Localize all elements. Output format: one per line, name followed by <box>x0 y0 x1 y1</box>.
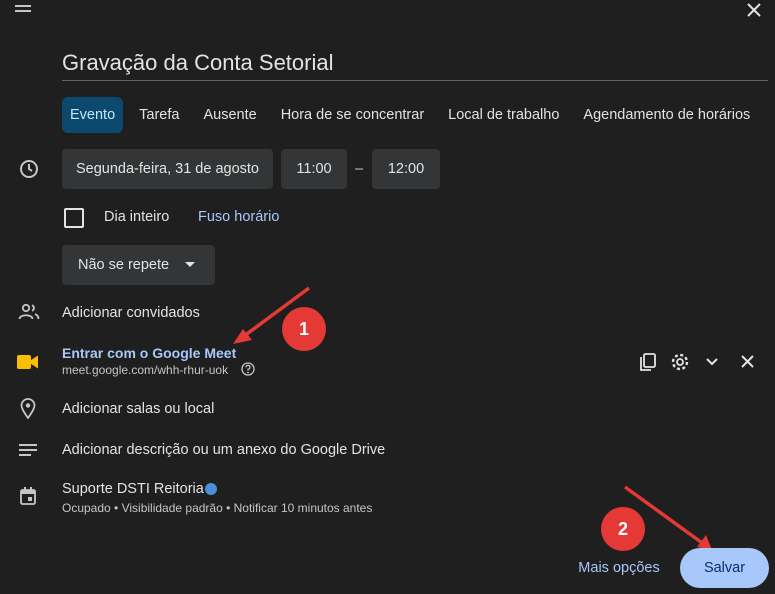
annotation-badge-1: 1 <box>282 307 326 351</box>
more-options-button[interactable]: Mais opções <box>570 548 668 588</box>
annotation-badge-2: 2 <box>601 507 645 551</box>
save-button[interactable]: Salvar <box>680 548 769 588</box>
annotation-arrow-icon <box>233 286 712 550</box>
